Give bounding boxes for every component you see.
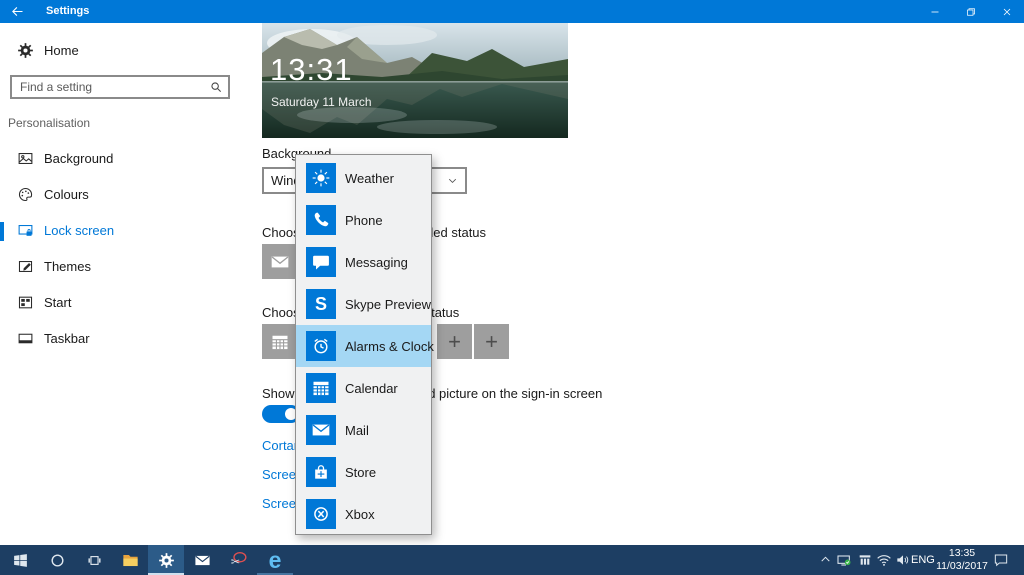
popup-item-mail[interactable]: Mail bbox=[296, 409, 431, 451]
section-header: Personalisation bbox=[8, 116, 91, 130]
tray-time: 13:35 bbox=[948, 547, 976, 559]
popup-item-alarms-clock[interactable]: Alarms & Clock bbox=[296, 325, 434, 367]
sidebar-item-home[interactable]: Home bbox=[0, 33, 250, 69]
sidebar-item-background[interactable]: Background bbox=[0, 141, 250, 177]
folder-icon bbox=[121, 551, 140, 570]
add-quick-status-button[interactable]: + bbox=[437, 324, 472, 359]
messaging-icon bbox=[306, 247, 336, 277]
language-indicator[interactable]: ENG bbox=[911, 545, 935, 575]
cortana-button[interactable] bbox=[39, 545, 75, 575]
tray-volume[interactable] bbox=[895, 552, 911, 568]
settings-taskbar-button[interactable] bbox=[148, 545, 184, 575]
close-button[interactable] bbox=[989, 0, 1024, 23]
tray-pc-status[interactable] bbox=[836, 552, 852, 568]
taskbar-icon bbox=[17, 330, 34, 347]
quick-status-app-button[interactable] bbox=[262, 324, 297, 359]
cortana-circle-icon bbox=[49, 552, 66, 569]
calendar-icon bbox=[270, 332, 290, 352]
detailed-status-app-button[interactable] bbox=[262, 244, 297, 279]
edge-button[interactable]: e bbox=[257, 545, 293, 575]
sidebar-item-label: Colours bbox=[44, 187, 89, 202]
alarm-clock-icon bbox=[306, 331, 336, 361]
speaker-icon bbox=[895, 552, 911, 568]
tray-expand-button[interactable] bbox=[819, 553, 832, 566]
mail-icon bbox=[194, 552, 211, 569]
mail-icon bbox=[270, 252, 290, 272]
plus-icon: + bbox=[485, 329, 498, 354]
tray-network[interactable] bbox=[876, 552, 892, 568]
sidebar-item-start[interactable]: Start bbox=[0, 285, 250, 321]
popup-item-xbox[interactable]: Xbox bbox=[296, 493, 431, 535]
preview-date: Saturday 11 March bbox=[271, 95, 372, 109]
add-quick-status-button[interactable]: + bbox=[474, 324, 509, 359]
sidebar-item-lock-screen[interactable]: Lock screen bbox=[0, 213, 250, 249]
popup-item-calendar[interactable]: Calendar bbox=[296, 367, 431, 409]
popup-item-phone[interactable]: Phone bbox=[296, 199, 431, 241]
sidebar-item-label: Themes bbox=[44, 259, 91, 274]
mail-taskbar-button[interactable] bbox=[184, 545, 220, 575]
chevron-down-icon bbox=[446, 174, 459, 187]
xbox-icon bbox=[306, 499, 336, 529]
store-icon bbox=[306, 457, 336, 487]
search-input[interactable] bbox=[12, 77, 212, 97]
calendar-icon bbox=[306, 373, 336, 403]
popup-item-skype[interactable]: S Skype Preview bbox=[296, 283, 431, 325]
windows-logo-icon bbox=[12, 552, 29, 569]
window-title: Settings bbox=[46, 5, 90, 17]
desktop: Settings Home Personalisation Background… bbox=[0, 0, 1024, 575]
action-center-button[interactable] bbox=[993, 552, 1009, 568]
action-center-icon bbox=[993, 552, 1009, 568]
palette-icon bbox=[17, 186, 34, 203]
weather-icon bbox=[306, 163, 336, 193]
lock-screen-icon bbox=[17, 222, 34, 239]
popup-item-messaging[interactable]: Messaging bbox=[296, 241, 431, 283]
taskbar: ✂ e ENG 13:35 11/03/2017 bbox=[0, 545, 1024, 575]
preview-time: 13:31 bbox=[270, 52, 353, 87]
sidebar-item-taskbar[interactable]: Taskbar bbox=[0, 321, 250, 357]
picture-icon bbox=[17, 150, 34, 167]
snipping-tool-icon: ✂ bbox=[231, 552, 247, 568]
restore-button[interactable] bbox=[953, 0, 989, 23]
svg-text:✂: ✂ bbox=[231, 556, 240, 568]
sidebar-item-label: Lock screen bbox=[44, 223, 115, 238]
pc-status-icon bbox=[836, 552, 852, 568]
themes-icon bbox=[17, 258, 34, 275]
task-view-icon bbox=[86, 552, 103, 569]
sidebar-item-label: Background bbox=[44, 151, 114, 166]
mail-icon bbox=[306, 415, 336, 445]
popup-item-store[interactable]: Store bbox=[296, 451, 431, 493]
popup-item-weather[interactable]: Weather bbox=[296, 157, 431, 199]
sidebar-item-colours[interactable]: Colours bbox=[0, 177, 250, 213]
search-icon[interactable] bbox=[209, 80, 223, 94]
edge-logo-icon: e bbox=[268, 547, 282, 573]
chevron-up-icon bbox=[819, 553, 832, 566]
titlebar: Settings bbox=[0, 0, 1024, 23]
plus-icon: + bbox=[448, 329, 461, 354]
start-layout-icon bbox=[17, 294, 34, 311]
wifi-icon bbox=[876, 552, 892, 568]
file-explorer-button[interactable] bbox=[112, 545, 148, 575]
gear-icon bbox=[17, 42, 34, 59]
snipping-tool-button[interactable]: ✂ bbox=[221, 545, 257, 575]
start-button[interactable] bbox=[2, 545, 38, 575]
task-view-button[interactable] bbox=[76, 545, 112, 575]
tray-clock[interactable]: 13:35 11/03/2017 bbox=[934, 547, 990, 573]
sidebar-item-label: Start bbox=[44, 295, 72, 310]
sidebar-item-label: Taskbar bbox=[44, 331, 90, 346]
app-picker-popup: Weather Phone Messaging S Skype Preview … bbox=[295, 154, 434, 535]
tray-app[interactable] bbox=[857, 552, 873, 568]
columns-icon bbox=[857, 552, 873, 568]
minimize-button[interactable] bbox=[917, 0, 953, 23]
phone-icon bbox=[306, 205, 336, 235]
selected-indicator bbox=[0, 222, 4, 241]
tray-date: 11/03/2017 bbox=[936, 560, 988, 572]
sidebar-item-label: Home bbox=[44, 43, 79, 58]
sidebar-item-themes[interactable]: Themes bbox=[0, 249, 250, 285]
back-button[interactable] bbox=[10, 4, 25, 19]
skype-icon: S bbox=[306, 289, 336, 319]
search-box[interactable] bbox=[10, 75, 230, 99]
gear-icon bbox=[158, 552, 175, 569]
